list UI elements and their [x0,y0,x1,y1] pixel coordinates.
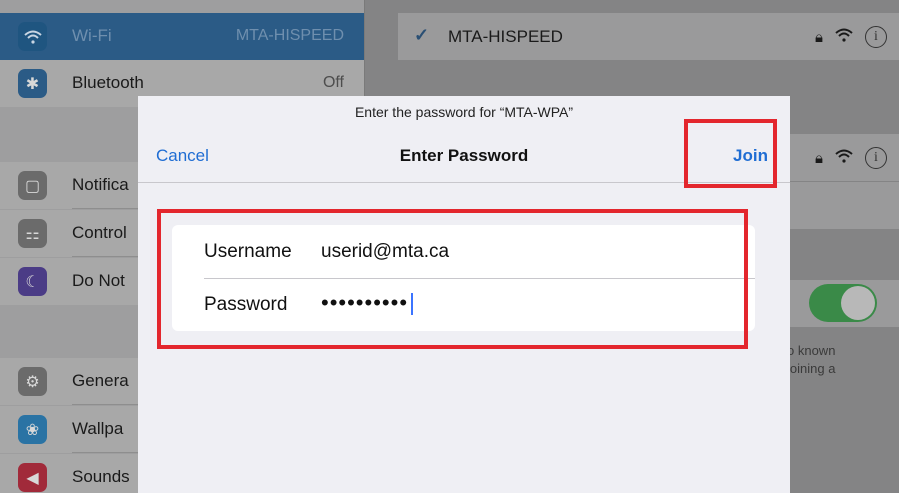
toggle-knob [841,286,875,320]
sidebar-item-label: Bluetooth [72,73,144,92]
wifi-icon [18,22,47,51]
checkmark-icon: ✓ [414,25,430,45]
moon-icon: ☾ [18,267,47,296]
network-row-connected[interactable]: ✓ MTA-HISPEED 🔒︎ i [398,13,899,60]
sidebar-item-label: Do Not [72,271,125,290]
sidebar-item-value: MTA-HISPEED [235,27,344,44]
ask-to-join-toggle[interactable] [809,284,877,322]
ask-to-join-note: joining a [787,361,836,376]
sidebar-item-label: Sounds [72,467,130,486]
notifications-icon: ▢ [18,171,47,200]
info-icon[interactable]: i [865,26,887,48]
sidebar-item-label: Wi-Fi [72,26,112,45]
sidebar-item-value: Off [322,74,344,91]
credentials-highlight-box [157,209,748,349]
sidebar-item-wifi[interactable]: Wi-Fi MTA-HISPEED [0,13,364,60]
bluetooth-icon: ✱ [18,69,47,98]
wallpaper-icon: ❀ [18,415,47,444]
network-name: MTA-HISPEED [448,27,563,46]
sidebar-item-label: Wallpa [72,419,124,438]
join-highlight-box [684,119,777,188]
wifi-signal-icon [835,149,853,167]
cancel-button[interactable]: Cancel [156,146,209,166]
ask-to-join-note: o known [787,343,836,358]
lock-icon: 🔒︎ [815,149,823,167]
sidebar-item-label: Genera [72,371,129,390]
gear-icon: ⚙ [18,367,47,396]
control-center-icon: ⚏ [18,219,47,248]
speaker-icon: ◀ [18,463,47,492]
wifi-signal-icon [835,28,853,46]
lock-icon: 🔒︎ [815,28,823,46]
sidebar-item-label: Notifica [72,175,129,194]
dialog-prompt: Enter the password for “MTA-WPA” [354,104,574,120]
sidebar-item-label: Control [72,223,127,242]
info-icon[interactable]: i [865,147,887,169]
